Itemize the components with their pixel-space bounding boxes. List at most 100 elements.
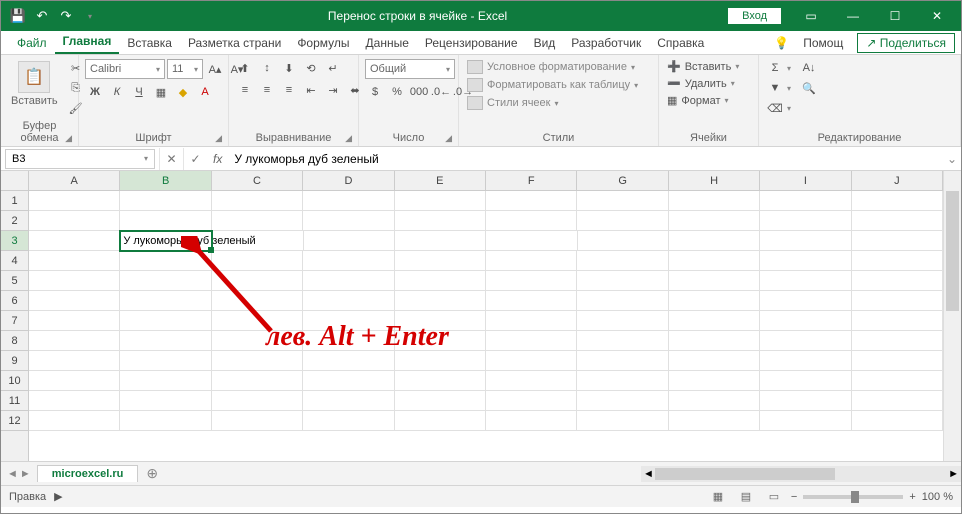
row-header-7[interactable]: 7 xyxy=(1,311,28,331)
cell-J3[interactable] xyxy=(852,231,943,251)
cell-D4[interactable] xyxy=(303,251,394,271)
number-launcher-icon[interactable]: ◢ xyxy=(445,133,452,144)
cell-C2[interactable] xyxy=(212,211,303,231)
align-right-icon[interactable]: ≡ xyxy=(279,81,299,99)
row-header-11[interactable]: 11 xyxy=(1,391,28,411)
tab-layout[interactable]: Разметка страни xyxy=(180,32,289,54)
align-middle-icon[interactable]: ↕ xyxy=(257,59,277,77)
tab-file[interactable]: Файл xyxy=(9,32,55,54)
sheet-prev-icon[interactable]: ◄ xyxy=(7,468,18,480)
row-header-6[interactable]: 6 xyxy=(1,291,28,311)
share-button[interactable]: ↗ Поделиться xyxy=(857,33,955,53)
cell-A12[interactable] xyxy=(29,411,120,431)
cell-H9[interactable] xyxy=(669,351,760,371)
cell-J1[interactable] xyxy=(852,191,943,211)
cell-H11[interactable] xyxy=(669,391,760,411)
view-page-icon[interactable]: ▤ xyxy=(735,488,757,506)
format-table-button[interactable]: Форматировать как таблицу▾ xyxy=(465,77,640,93)
cell-B8[interactable] xyxy=(120,331,211,351)
cell-B7[interactable] xyxy=(120,311,211,331)
cell-I12[interactable] xyxy=(760,411,851,431)
cell-styles-button[interactable]: Стили ячеек▾ xyxy=(465,95,561,111)
indent-inc-icon[interactable]: ⇥ xyxy=(323,81,343,99)
cell-E12[interactable] xyxy=(395,411,486,431)
close-icon[interactable]: ✕ xyxy=(917,2,957,30)
cell-B4[interactable] xyxy=(120,251,211,271)
cell-J11[interactable] xyxy=(852,391,943,411)
cell-I11[interactable] xyxy=(760,391,851,411)
view-break-icon[interactable]: ▭ xyxy=(763,488,785,506)
tab-developer[interactable]: Разработчик xyxy=(563,32,649,54)
zoom-level[interactable]: 100 % xyxy=(922,491,953,503)
cell-D1[interactable] xyxy=(303,191,394,211)
hscroll-right-icon[interactable]: ► xyxy=(948,468,959,480)
align-bottom-icon[interactable]: ⬇ xyxy=(279,59,299,77)
grow-font-icon[interactable]: A▴ xyxy=(205,60,225,78)
cell-D2[interactable] xyxy=(303,211,394,231)
fx-icon[interactable]: fx xyxy=(207,152,228,166)
cell-J9[interactable] xyxy=(852,351,943,371)
cell-B5[interactable] xyxy=(120,271,211,291)
cell-D10[interactable] xyxy=(303,371,394,391)
row-header-9[interactable]: 9 xyxy=(1,351,28,371)
cell-C5[interactable] xyxy=(212,271,303,291)
add-sheet-icon[interactable]: ⊕ xyxy=(138,465,166,482)
cell-E10[interactable] xyxy=(395,371,486,391)
tab-formulas[interactable]: Формулы xyxy=(289,32,357,54)
col-header-H[interactable]: H xyxy=(669,171,760,190)
select-all-corner[interactable] xyxy=(1,171,29,191)
expand-formula-icon[interactable]: ⌄ xyxy=(943,152,961,166)
zoom-in-icon[interactable]: + xyxy=(909,491,915,503)
cell-H6[interactable] xyxy=(669,291,760,311)
col-header-E[interactable]: E xyxy=(395,171,486,190)
cell-G3[interactable] xyxy=(578,231,669,251)
cell-I9[interactable] xyxy=(760,351,851,371)
tab-insert[interactable]: Вставка xyxy=(119,32,180,54)
cell-H8[interactable] xyxy=(669,331,760,351)
cell-B6[interactable] xyxy=(120,291,211,311)
cell-G12[interactable] xyxy=(577,411,668,431)
tab-data[interactable]: Данные xyxy=(358,32,417,54)
cell-B10[interactable] xyxy=(120,371,211,391)
row-header-3[interactable]: 3 xyxy=(1,231,28,251)
col-header-C[interactable]: C xyxy=(212,171,303,190)
cell-E9[interactable] xyxy=(395,351,486,371)
sort-filter-icon[interactable]: A↓ xyxy=(799,59,819,77)
cell-G6[interactable] xyxy=(577,291,668,311)
cell-D11[interactable] xyxy=(303,391,394,411)
cell-H1[interactable] xyxy=(669,191,760,211)
cell-C6[interactable] xyxy=(212,291,303,311)
cell-J2[interactable] xyxy=(852,211,943,231)
cell-B12[interactable] xyxy=(120,411,211,431)
cell-A1[interactable] xyxy=(29,191,120,211)
cell-F9[interactable] xyxy=(486,351,577,371)
tab-help[interactable]: Справка xyxy=(649,32,712,54)
cell-A8[interactable] xyxy=(29,331,120,351)
cell-G5[interactable] xyxy=(577,271,668,291)
cell-F3[interactable] xyxy=(486,231,577,251)
cell-G4[interactable] xyxy=(577,251,668,271)
formula-input[interactable]: У лукоморья дуб зеленый xyxy=(228,152,943,166)
font-color-icon[interactable]: A xyxy=(195,83,215,101)
conditional-format-button[interactable]: Условное форматирование▾ xyxy=(465,59,637,75)
col-header-D[interactable]: D xyxy=(303,171,394,190)
ribbon-options-icon[interactable]: ▭ xyxy=(791,2,831,30)
cell-H7[interactable] xyxy=(669,311,760,331)
cell-A2[interactable] xyxy=(29,211,120,231)
cell-H10[interactable] xyxy=(669,371,760,391)
cell-I2[interactable] xyxy=(760,211,851,231)
cell-B3[interactable]: У лукоморья дуб зеленый xyxy=(120,231,212,251)
cell-C1[interactable] xyxy=(212,191,303,211)
cell-F1[interactable] xyxy=(486,191,577,211)
col-header-A[interactable]: A xyxy=(29,171,120,190)
paste-button[interactable]: 📋 Вставить xyxy=(7,59,62,109)
inc-decimal-icon[interactable]: .0← xyxy=(431,83,451,101)
cell-B9[interactable] xyxy=(120,351,211,371)
fill-icon[interactable]: ▼ xyxy=(765,79,785,97)
cell-J5[interactable] xyxy=(852,271,943,291)
number-format-select[interactable]: Общий▾ xyxy=(365,59,455,79)
autosum-icon[interactable]: Σ xyxy=(765,59,785,77)
font-size-select[interactable]: 11▾ xyxy=(167,59,203,79)
cell-J12[interactable] xyxy=(852,411,943,431)
percent-icon[interactable]: % xyxy=(387,83,407,101)
